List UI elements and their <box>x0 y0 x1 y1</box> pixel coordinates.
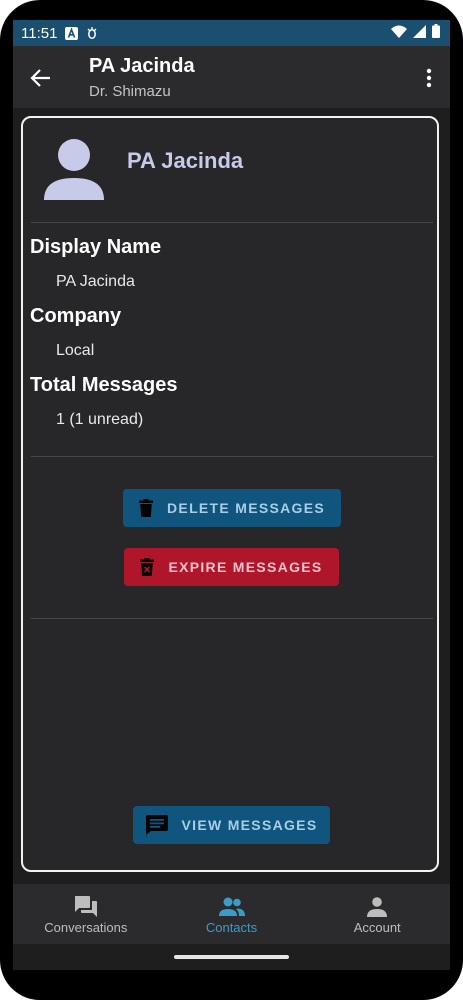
company-value: Local <box>56 342 95 359</box>
status-bar: 11:51 <box>13 20 450 46</box>
nav-item-contacts[interactable]: Contacts <box>159 884 305 944</box>
person-avatar-icon <box>44 139 104 200</box>
divider <box>31 456 433 457</box>
display-name-label: Display Name <box>30 236 162 258</box>
view-messages-button[interactable]: VIEW MESSAGES <box>133 806 330 844</box>
page-title: PA Jacinda <box>89 55 195 77</box>
people-icon <box>218 894 245 920</box>
status-right-icons <box>391 24 440 42</box>
avatar <box>41 136 107 202</box>
page-subtitle: Dr. Shimazu <box>89 83 171 100</box>
chat-icon <box>145 815 168 835</box>
nav-label-contacts: Contacts <box>205 919 258 935</box>
nav-label-account: Account <box>353 919 401 935</box>
divider <box>31 222 433 223</box>
status-time: 11:51 <box>21 24 58 42</box>
phone-frame: 11:51 PA Jacinda Dr. Shimazu PA Jacinda … <box>0 0 463 1000</box>
trash-icon <box>139 499 154 517</box>
person-icon <box>367 894 388 920</box>
gesture-bar <box>13 944 450 970</box>
nav-label-conversations: Conversations <box>44 919 128 935</box>
display-name-value: PA Jacinda <box>56 273 135 290</box>
more-vert-icon[interactable] <box>416 63 442 93</box>
screen: 11:51 PA Jacinda Dr. Shimazu PA Jacinda … <box>13 20 450 970</box>
home-indicator[interactable] <box>174 955 289 959</box>
forum-icon <box>74 894 98 920</box>
battery-icon <box>432 24 440 42</box>
nav-item-conversations[interactable]: Conversations <box>13 884 159 944</box>
delete-messages-label: DELETE MESSAGES <box>167 500 325 516</box>
contact-name: PA Jacinda <box>127 148 244 173</box>
arrow-back-icon[interactable] <box>27 64 55 92</box>
expire-messages-label: EXPIRE MESSAGES <box>168 559 323 575</box>
total-messages-label: Total Messages <box>30 374 178 396</box>
contact-card: PA Jacinda Display Name PA Jacinda Compa… <box>21 116 439 872</box>
expire-messages-button[interactable]: EXPIRE MESSAGES <box>124 548 339 586</box>
total-messages-value: 1 (1 unread) <box>56 411 144 428</box>
divider <box>31 618 433 619</box>
view-messages-label: VIEW MESSAGES <box>181 817 318 833</box>
company-label: Company <box>30 305 122 327</box>
trash-x-icon <box>140 558 155 576</box>
a-badge-icon <box>65 26 79 40</box>
wifi-icon <box>391 25 407 42</box>
nav-item-account[interactable]: Account <box>304 884 450 944</box>
bottom-nav: Conversations Contacts Account <box>13 884 450 944</box>
signal-icon <box>413 24 426 42</box>
delete-messages-button[interactable]: DELETE MESSAGES <box>123 489 341 527</box>
bug-icon <box>86 26 98 40</box>
app-bar: PA Jacinda Dr. Shimazu <box>13 46 450 108</box>
